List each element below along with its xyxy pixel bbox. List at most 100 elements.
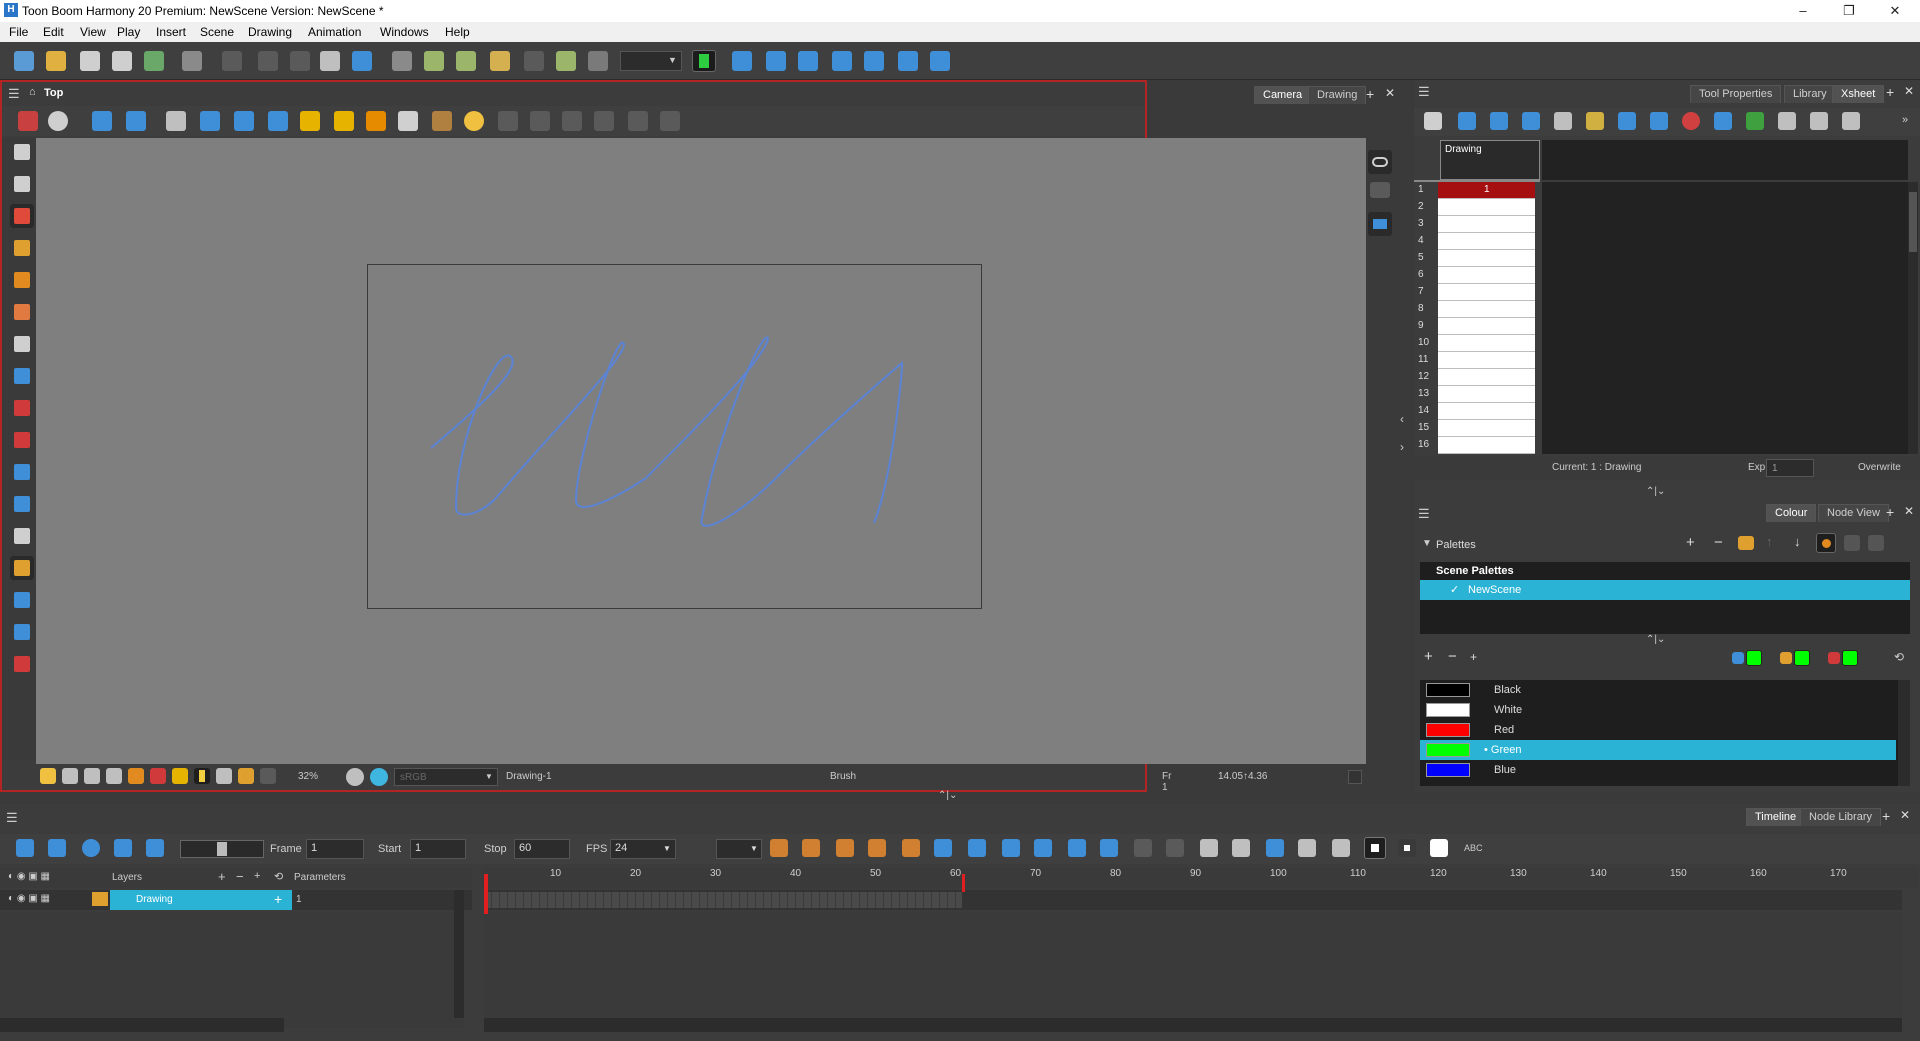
minimize-button[interactable]: – xyxy=(1780,0,1826,22)
menu-help[interactable]: Help xyxy=(445,25,470,39)
zoom-level[interactable]: 32% xyxy=(298,771,318,782)
layer-scrollbar[interactable] xyxy=(454,890,464,1018)
menu-scene[interactable]: Scene xyxy=(200,25,234,39)
close-button[interactable]: ✕ xyxy=(1872,0,1918,22)
settings-icon[interactable] xyxy=(48,111,68,131)
camera-stage[interactable] xyxy=(36,138,1392,764)
eye-icon[interactable] xyxy=(1368,150,1392,174)
undo-icon[interactable] xyxy=(182,51,202,71)
xsheet-cell[interactable] xyxy=(1438,437,1535,454)
play-back-icon[interactable] xyxy=(126,111,146,131)
panel-menu-icon[interactable]: ☰ xyxy=(6,810,18,826)
small-square-icon[interactable] xyxy=(1398,839,1416,857)
colorspace-select[interactable]: sRGB ▼ xyxy=(394,768,498,786)
layer-toggles-icon[interactable]: ◐ ◉ ▣ ▦ xyxy=(8,871,50,882)
panel-menu-icon[interactable]: ☰ xyxy=(8,86,20,102)
xsheet-row[interactable]: 14 xyxy=(1414,403,1535,420)
select-tool-icon[interactable] xyxy=(14,144,30,160)
light-table-icon[interactable] xyxy=(268,111,288,131)
add-texture-icon[interactable]: + xyxy=(1470,650,1477,664)
paint-swatch-icon[interactable] xyxy=(1828,652,1840,664)
current-contour-colour[interactable] xyxy=(1746,650,1762,666)
xsheet-cell[interactable] xyxy=(1438,250,1535,267)
column-icon[interactable] xyxy=(1458,112,1476,130)
timeline-horizontal-scrollbar[interactable] xyxy=(484,1018,1902,1032)
stop-input[interactable]: 60 xyxy=(514,839,570,859)
current-pencil-colour[interactable] xyxy=(1794,650,1810,666)
save-as-icon[interactable] xyxy=(112,51,132,71)
add-colour-icon[interactable]: + xyxy=(1424,648,1433,665)
lamp-icon[interactable] xyxy=(432,111,452,131)
text-tb-icon[interactable]: ABC xyxy=(1464,843,1483,853)
sound-icon[interactable] xyxy=(114,839,132,857)
collapse-left-icon[interactable]: ‹ xyxy=(1400,412,1404,426)
open-scene-icon[interactable] xyxy=(46,51,66,71)
palette-view-icon[interactable] xyxy=(150,768,166,784)
xsheet-row[interactable]: 6 xyxy=(1414,267,1535,284)
remove-frame-icon[interactable] xyxy=(1100,839,1118,857)
tab-camera[interactable]: Camera xyxy=(1254,86,1312,104)
xsheet-cell[interactable] xyxy=(1438,420,1535,437)
swap-icon[interactable] xyxy=(1618,112,1636,130)
lock-icon[interactable] xyxy=(300,111,320,131)
ruler-icon[interactable] xyxy=(366,111,386,131)
bone-icon[interactable] xyxy=(898,51,918,71)
extend-exposure-icon[interactable] xyxy=(1200,839,1218,857)
xsheet-row[interactable]: 3 xyxy=(1414,216,1535,233)
text-tool-icon[interactable] xyxy=(14,336,30,352)
xsheet-cell[interactable] xyxy=(1438,386,1535,403)
sound-scrub-icon[interactable] xyxy=(146,839,164,857)
save-all-icon[interactable] xyxy=(144,51,164,71)
remove-palette-icon[interactable]: − xyxy=(1714,534,1723,551)
resize-grip-icon[interactable] xyxy=(1348,770,1362,784)
expose-icon[interactable] xyxy=(1810,112,1828,130)
add-drawing-icon[interactable] xyxy=(18,111,38,131)
onion-skin-icon[interactable] xyxy=(766,51,786,71)
transform-icon[interactable] xyxy=(524,51,544,71)
add-tab-icon[interactable]: + xyxy=(1366,86,1374,102)
colour-item-blue[interactable]: Blue xyxy=(1420,760,1896,780)
xsheet-cell[interactable] xyxy=(1438,216,1535,233)
colour-item-white[interactable]: White xyxy=(1420,700,1896,720)
splitter-arrows-icon[interactable]: ⌃|⌄ xyxy=(1646,486,1665,497)
xsheet-row[interactable]: 4 xyxy=(1414,233,1535,250)
mirror-icon[interactable] xyxy=(464,111,484,131)
field-guide-icon[interactable] xyxy=(234,111,254,131)
safe-frame-icon[interactable] xyxy=(128,768,144,784)
palettes-collapse-icon[interactable]: ▼ xyxy=(1422,538,1432,549)
expand-right-icon[interactable]: › xyxy=(1400,440,1404,454)
pencil-tool-icon[interactable] xyxy=(14,240,30,256)
layer-horizontal-scrollbar[interactable] xyxy=(0,1018,284,1032)
pencil-swatch-icon[interactable] xyxy=(1780,652,1792,664)
contour-editor-icon[interactable] xyxy=(14,176,30,192)
transform-tool-icon[interactable] xyxy=(14,464,30,480)
new-scene-icon[interactable] xyxy=(14,51,34,71)
add-peg-icon[interactable]: + xyxy=(254,870,260,882)
camera-view-icon[interactable] xyxy=(864,51,884,71)
motion-icon[interactable] xyxy=(902,839,920,857)
peg-icon[interactable] xyxy=(424,51,444,71)
onion-view-icon[interactable] xyxy=(238,768,254,784)
menu-windows[interactable]: Windows xyxy=(380,25,429,39)
remove-layer-icon[interactable]: − xyxy=(236,869,244,884)
layer-name-cell[interactable]: Drawing + xyxy=(110,890,292,910)
envelope-tool-icon[interactable] xyxy=(14,592,30,608)
xsheet-cell[interactable] xyxy=(1438,199,1535,216)
xsheet-row[interactable]: 13 xyxy=(1414,386,1535,403)
tab-library[interactable]: Library xyxy=(1784,85,1836,103)
playback-speed-slider[interactable] xyxy=(180,840,264,858)
xsheet-row[interactable]: 16 xyxy=(1414,437,1535,454)
xsheet-cell[interactable] xyxy=(1438,284,1535,301)
layers-toggle-icon[interactable] xyxy=(1370,182,1390,198)
paste-icon[interactable] xyxy=(320,51,340,71)
colour-item-red[interactable]: Red xyxy=(1420,720,1896,740)
tab-colour[interactable]: Colour xyxy=(1766,504,1817,522)
xsheet-row[interactable]: 10 xyxy=(1414,335,1535,352)
skew-icon[interactable] xyxy=(832,51,852,71)
add-column-icon[interactable] xyxy=(1490,112,1508,130)
xsheet-row[interactable]: 15 xyxy=(1414,420,1535,437)
remove-colour-icon[interactable]: − xyxy=(1448,648,1457,665)
more-icon[interactable] xyxy=(1424,112,1442,130)
lock-view-icon[interactable] xyxy=(172,768,188,784)
tween-icon[interactable] xyxy=(1714,112,1732,130)
